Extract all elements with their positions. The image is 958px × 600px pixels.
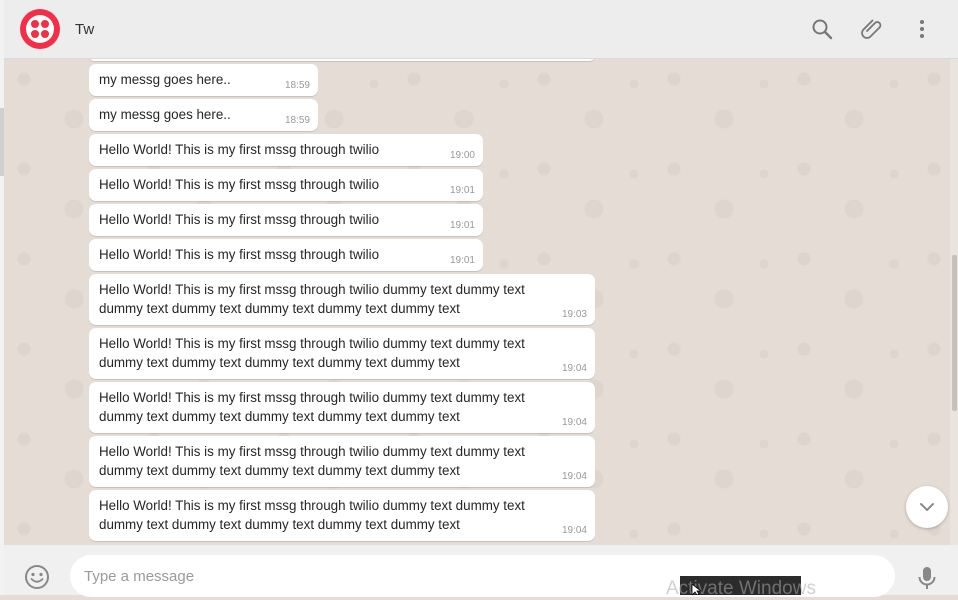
- message-time: 19:01: [449, 185, 475, 196]
- more-vertical-icon[interactable]: [910, 17, 934, 41]
- message-bubble[interactable]: Hello World! This is my first mssg throu…: [89, 274, 595, 325]
- message-bubble[interactable]: Hello World! This is my first mssg throu…: [89, 436, 595, 487]
- message-text-line: Hello World! This is my first mssg throu…: [99, 498, 525, 513]
- contact-avatar[interactable]: [20, 9, 60, 49]
- chat-scrollbar[interactable]: [950, 59, 958, 545]
- message-bubble[interactable]: Hello World! This is my first mssg throu…: [89, 328, 595, 379]
- message-time: 19:01: [449, 220, 475, 231]
- activation-watermark: Activate Windows: [666, 578, 816, 599]
- message-time: 19:03: [561, 309, 587, 320]
- emoji-icon[interactable]: [24, 564, 50, 590]
- message-text-line: Hello World! This is my first mssg throu…: [99, 390, 525, 405]
- message-time: 18:59: [284, 115, 310, 126]
- search-icon[interactable]: [810, 17, 834, 41]
- message-bubble[interactable]: my messg goes here.. 18:59: [89, 99, 318, 131]
- scroll-down-button[interactable]: [906, 486, 948, 528]
- chevron-down-icon: [920, 503, 934, 511]
- message-bubble[interactable]: my messg goes here.. 18:59: [89, 64, 318, 96]
- message-bubble[interactable]: Hello World! This is my first mssg throu…: [89, 134, 483, 166]
- message-time: 19:04: [561, 471, 587, 482]
- message-text: Hello World! This is my first mssg throu…: [99, 212, 380, 227]
- message-bubble[interactable]: Hello World! This is my first mssg throu…: [89, 239, 483, 271]
- message-text-line: dummy text dummy text dummy text dummy t…: [99, 301, 460, 316]
- message-text: Hello World! This is my first mssg throu…: [99, 142, 380, 157]
- message-time: 19:04: [561, 525, 587, 536]
- message-time: 19:04: [561, 417, 587, 428]
- message-text-line: dummy text dummy text dummy text dummy t…: [99, 409, 460, 424]
- message-list[interactable]: my messg goes here.. 18:59 my messg goes…: [4, 59, 950, 545]
- message-time: 19:04: [561, 363, 587, 374]
- twilio-logo-icon: [26, 15, 54, 43]
- message-text: my messg goes here..: [99, 72, 231, 87]
- message-bubble[interactable]: Hello World! This is my first mssg throu…: [89, 490, 595, 541]
- contact-name[interactable]: Tw: [75, 21, 94, 38]
- message-bubble[interactable]: Hello World! This is my first mssg throu…: [89, 204, 483, 236]
- mouse-cursor-icon: [691, 584, 702, 595]
- message-text-line: dummy text dummy text dummy text dummy t…: [99, 355, 460, 370]
- message-text-line: dummy text dummy text dummy text dummy t…: [99, 463, 460, 478]
- message-text-line: dummy text dummy text dummy text dummy t…: [99, 517, 460, 532]
- message-text: Hello World! This is my first mssg throu…: [99, 247, 380, 262]
- message-text-line: Hello World! This is my first mssg throu…: [99, 444, 525, 459]
- message-bubble[interactable]: Hello World! This is my first mssg throu…: [89, 169, 483, 201]
- scrollbar-thumb[interactable]: [952, 255, 957, 411]
- paperclip-icon[interactable]: [860, 17, 884, 41]
- message-time: 19:01: [449, 255, 475, 266]
- message-bubble-partial: [89, 59, 595, 61]
- message-text: my messg goes here..: [99, 107, 231, 122]
- message-time: 19:00: [449, 150, 475, 161]
- message-text: Hello World! This is my first mssg throu…: [99, 177, 380, 192]
- microphone-icon[interactable]: [916, 565, 938, 591]
- chat-header: Tw: [4, 0, 958, 59]
- message-bubble[interactable]: Hello World! This is my first mssg throu…: [89, 382, 595, 433]
- message-text-line: Hello World! This is my first mssg throu…: [99, 336, 525, 351]
- message-text-line: Hello World! This is my first mssg throu…: [99, 282, 525, 297]
- message-time: 18:59: [284, 80, 310, 91]
